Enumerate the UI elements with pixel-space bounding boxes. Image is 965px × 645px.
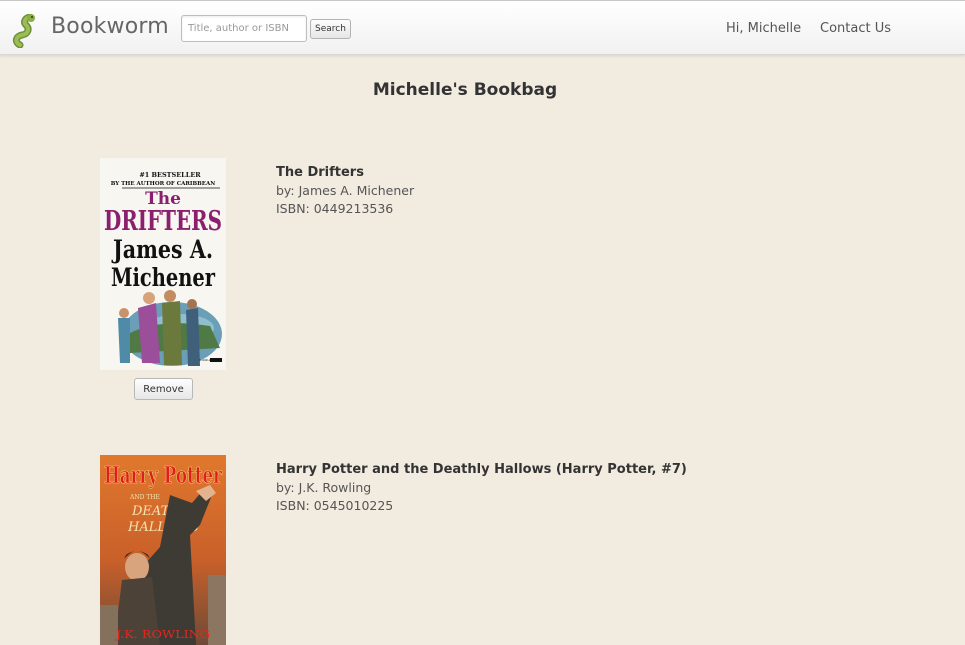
book-author: by: James A. Michener	[276, 183, 415, 198]
user-greeting-link[interactable]: Hi, Michelle	[726, 21, 801, 36]
bookbag-item: #1 BESTSELLER BY THE AUTHOR OF CARIBBEAN…	[0, 158, 965, 408]
remove-button[interactable]: Remove	[134, 378, 193, 400]
cover-author: J.K. ROWLING	[115, 628, 210, 641]
book-cover-harry-potter[interactable]: Harry Potter AND THE DEATHLY HALLOWS J.K…	[100, 455, 226, 645]
book-info: Harry Potter and the Deathly Hallows (Ha…	[276, 461, 687, 515]
cover-author-line2: Michener	[111, 263, 216, 292]
worm-icon[interactable]	[12, 14, 42, 48]
cover-title-drifters: DRIFTERS	[104, 206, 222, 237]
cover-subtitle-and-the: AND THE	[129, 494, 160, 501]
book-title[interactable]: The Drifters	[276, 164, 414, 182]
page-title: Michelle's Bookbag	[372, 80, 558, 100]
contact-us-link[interactable]: Contact Us	[820, 21, 891, 36]
cover-bestseller-line: #1 BESTSELLER	[139, 171, 201, 179]
book-cover-drifters[interactable]: #1 BESTSELLER BY THE AUTHOR OF CARIBBEAN…	[100, 158, 226, 370]
bookbag-item: Harry Potter AND THE DEATHLY HALLOWS J.K…	[0, 455, 965, 645]
book-info: The Drifters by: James A. Michener ISBN:…	[276, 164, 414, 218]
brand-name[interactable]: Bookworm	[51, 14, 169, 39]
book-author: by: J.K. Rowling	[276, 480, 372, 495]
book-isbn: ISBN: 0545010225	[276, 498, 394, 513]
svg-text:0-449-21353: 0-449-21353	[199, 358, 218, 362]
search-input[interactable]	[181, 15, 307, 42]
book-isbn: ISBN: 0449213536	[276, 201, 394, 216]
book-title[interactable]: Harry Potter and the Deathly Hallows (Ha…	[276, 461, 687, 479]
cover-title-harry-potter: Harry Potter	[104, 462, 223, 489]
cover-byline: BY THE AUTHOR OF CARIBBEAN	[111, 181, 216, 187]
top-navbar: Bookworm Search Hi, Michelle Contact Us	[0, 0, 965, 55]
cover-author-line1: James A.	[111, 235, 213, 264]
search-button[interactable]: Search	[310, 19, 351, 39]
